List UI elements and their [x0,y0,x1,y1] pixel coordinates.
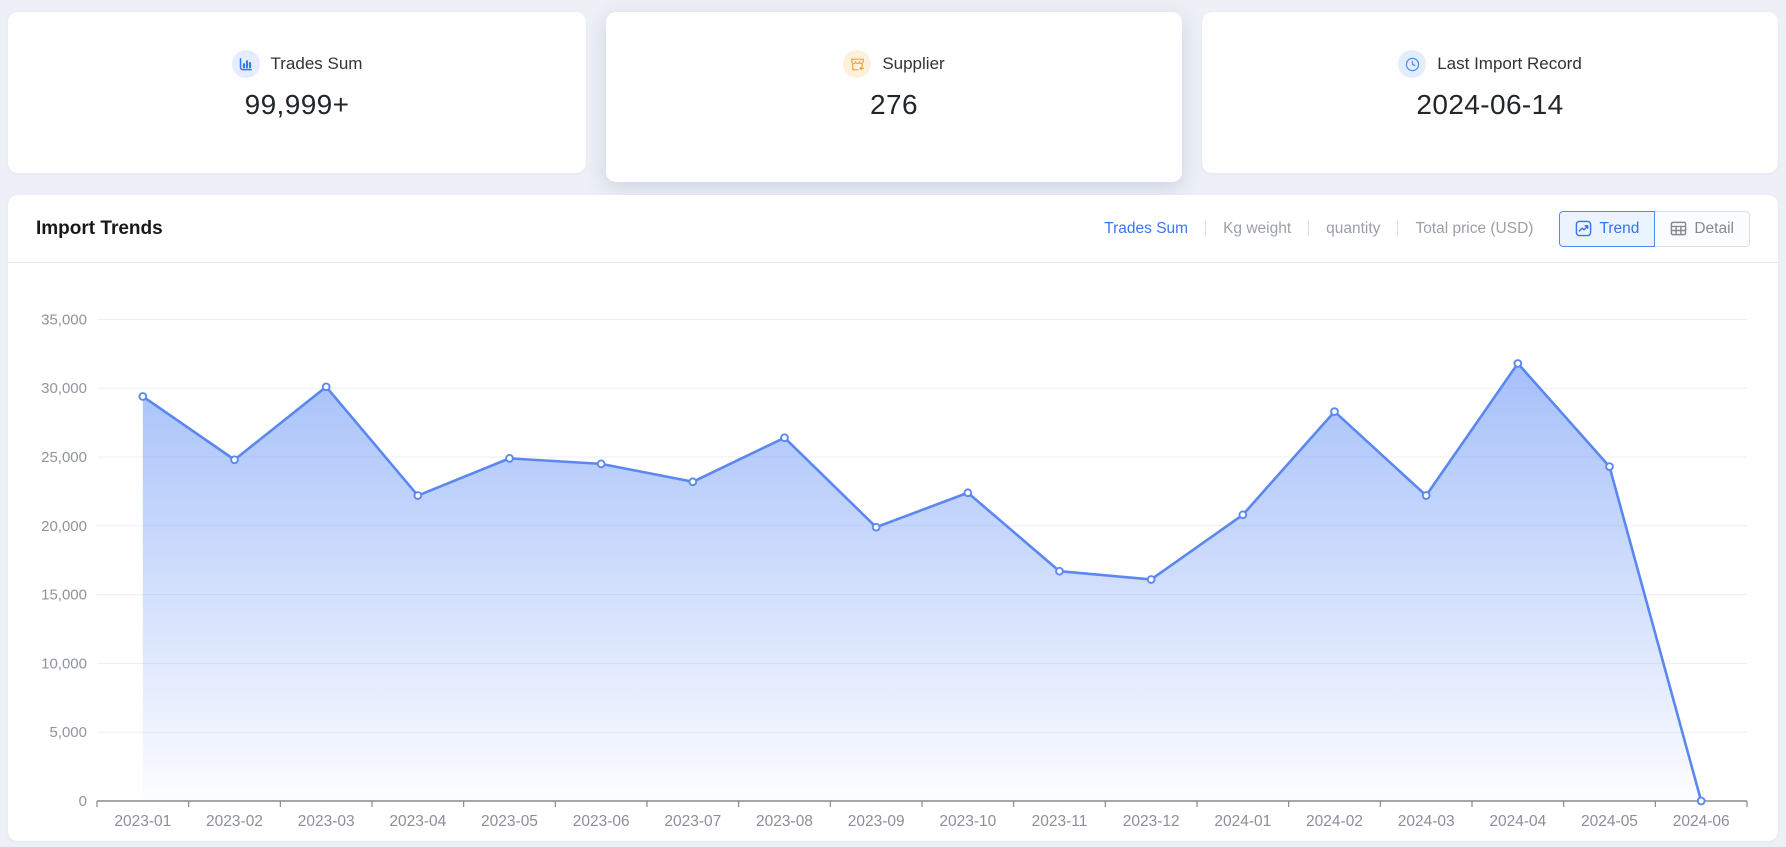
stat-card-label: Trades Sum [271,54,363,74]
view-toggle: Trend Detail [1559,211,1750,247]
tab-trades-sum[interactable]: Trades Sum [1104,220,1188,238]
area-chart-svg: 0 5,000 10,000 15,000 20,000 25,000 30,000 35,0… [8,264,1778,841]
stat-card-label: Last Import Record [1437,54,1582,74]
trend-button-label: Trend [1599,220,1639,238]
table-icon [1670,220,1687,237]
stat-card-last-import: Last Import Record 2024-06-14 [1202,12,1778,173]
svg-text:2023-08: 2023-08 [756,813,813,830]
svg-text:2023-12: 2023-12 [1123,813,1180,830]
stat-card-trades-sum: Trades Sum 99,999+ [8,12,586,173]
clock-icon [1398,50,1426,78]
detail-view-button[interactable]: Detail [1654,211,1750,247]
tab-separator [1397,221,1398,236]
svg-text:2024-02: 2024-02 [1306,813,1363,830]
panel-header: Import Trends Trades Sum Kg weight quant… [8,195,1778,263]
svg-text:2023-09: 2023-09 [848,813,905,830]
detail-button-label: Detail [1694,220,1734,238]
stat-card-value: 2024-06-14 [1416,89,1563,121]
metric-tabs: Trades Sum Kg weight quantity Total pric… [1104,220,1533,238]
tab-separator [1308,221,1309,236]
svg-text:2023-01: 2023-01 [114,813,171,830]
trend-icon [1575,220,1592,237]
bar-chart-icon [232,50,260,78]
svg-text:2023-02: 2023-02 [206,813,263,830]
svg-text:2023-03: 2023-03 [298,813,355,830]
svg-text:2024-06: 2024-06 [1673,813,1730,830]
import-trends-chart[interactable]: 0 5,000 10,000 15,000 20,000 25,000 30,000 35,0… [8,264,1778,841]
svg-text:2023-05: 2023-05 [481,813,538,830]
dashboard-page: Trades Sum 99,999+ Supplier 276 [0,0,1786,847]
svg-text:25,000: 25,000 [41,449,87,466]
tab-total-price[interactable]: Total price (USD) [1415,220,1533,238]
stat-card-value: 276 [870,89,918,121]
svg-text:15,000: 15,000 [41,587,87,604]
svg-text:2024-01: 2024-01 [1214,813,1271,830]
svg-text:2023-10: 2023-10 [939,813,996,830]
storefront-icon [843,50,871,78]
tab-kg-weight[interactable]: Kg weight [1223,220,1291,238]
tab-quantity[interactable]: quantity [1326,220,1380,238]
svg-text:10,000: 10,000 [41,655,87,672]
trend-view-button[interactable]: Trend [1559,211,1655,247]
panel-title: Import Trends [36,218,163,240]
svg-text:2023-07: 2023-07 [664,813,721,830]
svg-text:30,000: 30,000 [41,380,87,397]
svg-text:2023-04: 2023-04 [389,813,446,830]
import-trends-panel: Import Trends Trades Sum Kg weight quant… [8,195,1778,841]
tab-separator [1205,221,1206,236]
svg-text:2023-06: 2023-06 [573,813,630,830]
svg-text:2024-03: 2024-03 [1398,813,1455,830]
svg-text:2024-05: 2024-05 [1581,813,1638,830]
svg-text:5,000: 5,000 [49,724,87,741]
svg-text:2023-11: 2023-11 [1032,813,1088,830]
svg-text:0: 0 [79,793,87,810]
svg-text:35,000: 35,000 [41,311,87,328]
stat-card-value: 99,999+ [245,89,350,121]
stat-card-label: Supplier [882,54,944,74]
stat-card-supplier[interactable]: Supplier 276 [606,12,1182,182]
svg-text:20,000: 20,000 [41,518,87,535]
svg-text:2024-04: 2024-04 [1489,813,1546,830]
